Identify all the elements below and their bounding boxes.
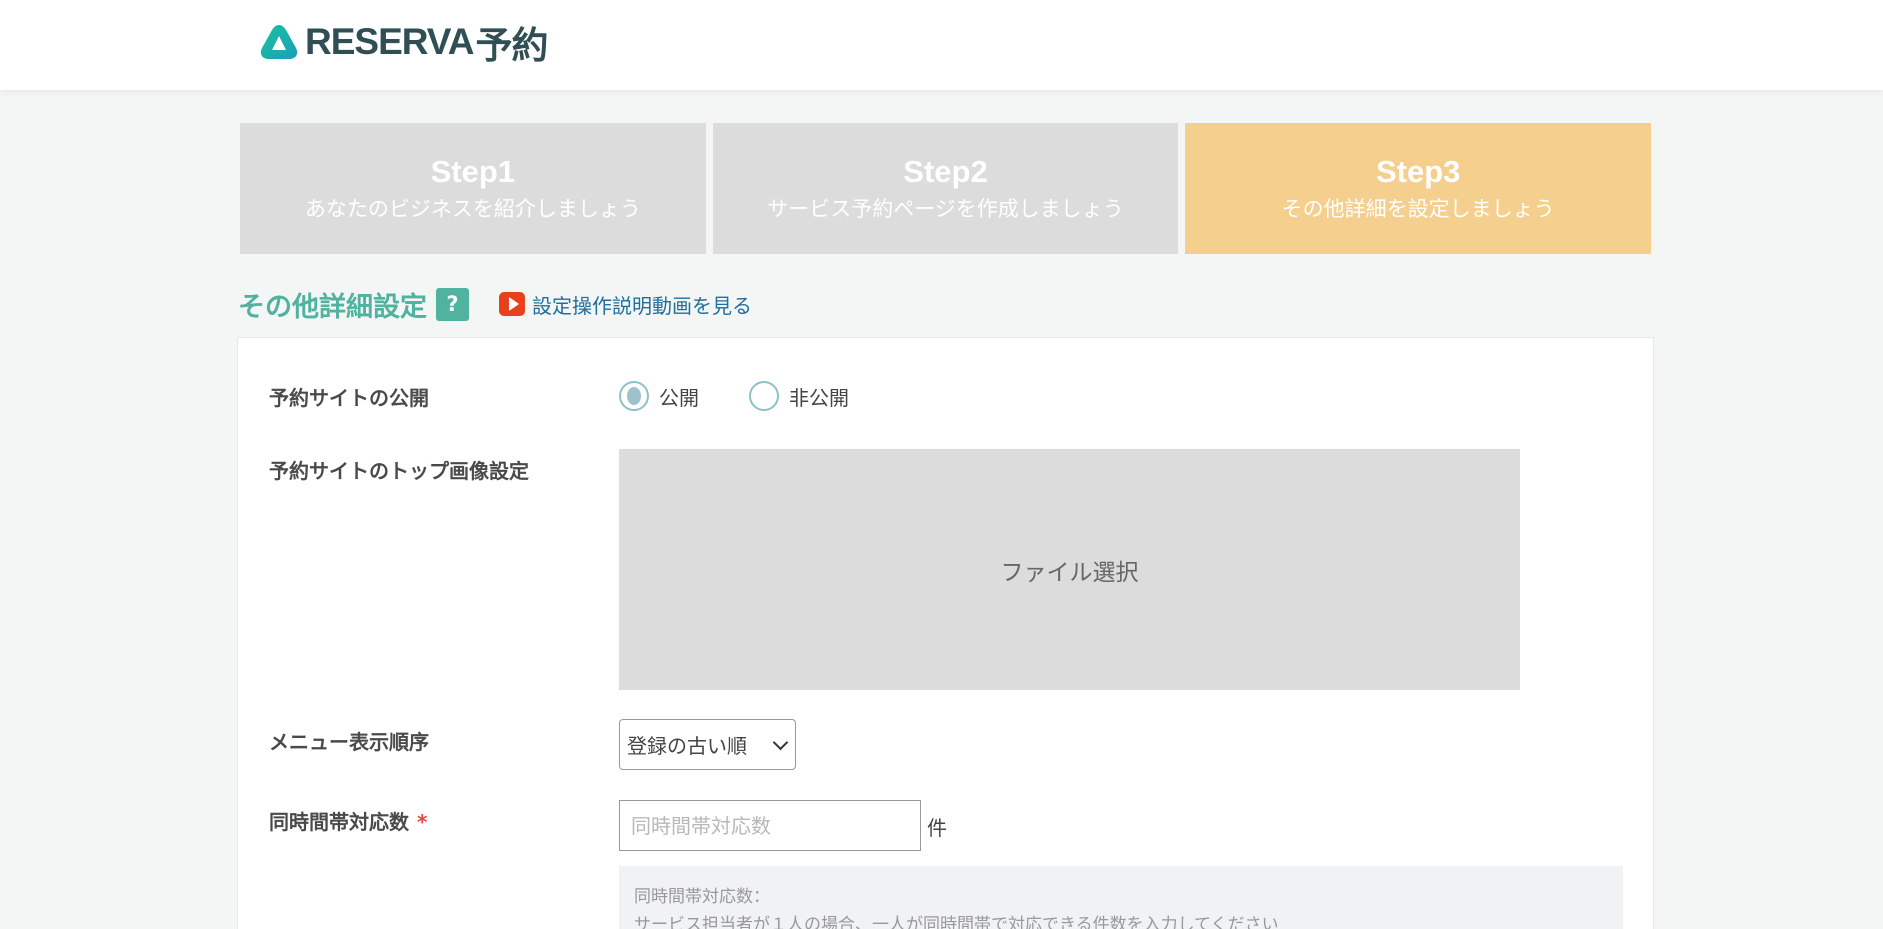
play-video-icon [499,292,525,316]
settings-form: 予約サイトの公開 公開 非公開 予約サイトのトップ画像設定 ファイル選択 メニュ… [237,337,1654,929]
step-3-title: Step3 [1375,153,1461,189]
publish-public-radio[interactable]: 公開 [619,381,699,411]
file-select-button[interactable]: ファイル選択 [619,449,1520,690]
video-guide-link[interactable]: 設定操作説明動画を見る [499,290,752,319]
radio-label-private: 非公開 [789,385,849,410]
reserva-logo[interactable]: RESERVA 予約 [259,21,548,66]
concurrent-input[interactable] [619,800,921,851]
note-line-1: 同時間帯対応数： [634,887,770,907]
radio-label-public: 公開 [659,385,699,410]
step-indicator: Step1 あなたのビジネスを紹介しましょう Step2 サービス予約ページを作… [240,123,1652,254]
top-header: RESERVA 予約 [0,0,1883,90]
radio-unchecked-icon[interactable] [749,381,779,411]
menu-order-label: メニュー表示順序 [269,730,429,754]
concurrent-unit: 件 [927,816,947,840]
note-line-2: サービス担当者が１人の場合、一人が同時間帯で対応できる件数を入力してください [634,915,1279,929]
help-icon[interactable]: ? [436,287,469,321]
logo-kanji: 予約 [475,25,548,66]
logo-triangle-icon [260,25,298,59]
video-guide-label: 設定操作説明動画を見る [532,293,752,318]
section-header: その他詳細設定 ? 設定操作説明動画を見る [238,286,752,323]
menu-order-select[interactable]: 登録の古い順 [619,719,796,770]
concurrent-label: 同時間帯対応数 * [269,806,427,835]
logo-text: RESERVA [305,21,474,62]
step-3-desc: その他詳細を設定しましょう [1281,196,1555,221]
section-title: その他詳細設定 [238,291,427,323]
publish-private-radio[interactable]: 非公開 [749,381,849,411]
step-2-title: Step2 [903,153,988,189]
publish-radio-group: 公開 非公開 [619,381,899,411]
concurrent-label-text: 同時間帯対応数 [269,810,409,834]
step-1-title: Step1 [430,153,516,189]
menu-order-value: 登録の古い順 [627,734,747,758]
step-1-desc: あなたのビジネスを紹介しましょう [304,196,641,221]
step-2-desc: サービス予約ページを作成しましょう [767,196,1124,221]
step-1[interactable]: Step1 あなたのビジネスを紹介しましょう [240,123,706,254]
radio-checked-icon[interactable] [619,381,649,411]
concurrent-help-note: 同時間帯対応数： サービス担当者が１人の場合、一人が同時間帯で対応できる件数を入… [619,866,1623,929]
step-3[interactable]: Step3 その他詳細を設定しましょう [1185,123,1652,254]
chevron-down-icon [772,734,789,751]
top-image-label: 予約サイトのトップ画像設定 [269,459,529,483]
step-2[interactable]: Step2 サービス予約ページを作成しましょう [712,123,1179,254]
publish-label: 予約サイトの公開 [269,386,429,410]
required-mark: * [417,810,428,834]
